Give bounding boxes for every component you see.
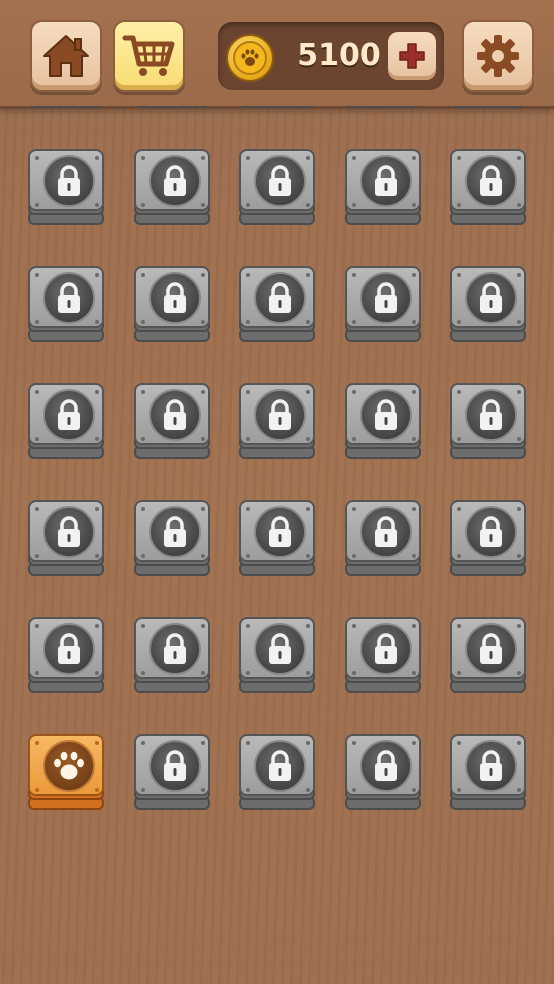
add-coins-button[interactable] (388, 32, 436, 80)
level-tile-locked[interactable] (134, 149, 210, 227)
level-tile-locked[interactable] (345, 617, 421, 695)
level-tile-locked[interactable] (239, 266, 315, 344)
gear-icon (477, 35, 519, 77)
level-tile-locked[interactable] (345, 500, 421, 578)
level-tile-locked[interactable] (134, 266, 210, 344)
padlock-icon (254, 155, 306, 207)
padlock-icon (254, 623, 306, 675)
level-tile-locked[interactable] (28, 500, 104, 578)
padlock-icon (465, 272, 517, 324)
padlock-icon (43, 272, 95, 324)
level-tile-locked[interactable] (345, 734, 421, 812)
level-tile-locked[interactable] (134, 617, 210, 695)
level-tile-locked[interactable] (450, 500, 526, 578)
paw-coin-icon (226, 34, 274, 82)
top-bar: 5100 (0, 0, 554, 109)
level-tile-locked[interactable] (345, 149, 421, 227)
level-tile-locked[interactable] (345, 266, 421, 344)
padlock-icon (43, 623, 95, 675)
level-tile-locked[interactable] (134, 383, 210, 461)
padlock-icon (254, 506, 306, 558)
home-button[interactable] (30, 20, 102, 92)
level-tile-locked[interactable] (28, 149, 104, 227)
level-tile-locked[interactable] (28, 266, 104, 344)
padlock-icon (43, 506, 95, 558)
padlock-icon (149, 155, 201, 207)
padlock-icon (360, 506, 412, 558)
level-tile-locked[interactable] (239, 106, 315, 110)
level-tile-locked[interactable] (28, 617, 104, 695)
padlock-icon (149, 272, 201, 324)
level-tile-locked[interactable] (450, 149, 526, 227)
padlock-icon (465, 155, 517, 207)
level-tile-locked[interactable] (134, 500, 210, 578)
padlock-icon (43, 389, 95, 441)
level-tile-locked[interactable] (450, 266, 526, 344)
padlock-icon (254, 272, 306, 324)
home-icon (43, 35, 89, 77)
padlock-icon (465, 389, 517, 441)
level-tile-locked[interactable] (450, 106, 526, 110)
padlock-icon (149, 506, 201, 558)
plus-icon (399, 43, 425, 69)
level-tile-locked[interactable] (239, 734, 315, 812)
padlock-icon (465, 623, 517, 675)
padlock-icon (254, 740, 306, 792)
paw-icon (43, 740, 95, 792)
level-tile-locked[interactable] (239, 617, 315, 695)
padlock-icon (360, 740, 412, 792)
padlock-icon (149, 623, 201, 675)
padlock-icon (465, 740, 517, 792)
padlock-icon (149, 389, 201, 441)
shopping-cart-icon (122, 35, 175, 76)
padlock-icon (360, 389, 412, 441)
level-tile-locked[interactable] (28, 106, 104, 110)
shop-button[interactable] (113, 20, 185, 92)
settings-button[interactable] (462, 20, 534, 92)
level-tile-locked[interactable] (450, 383, 526, 461)
level-grid (0, 106, 554, 984)
level-tile-locked[interactable] (134, 734, 210, 812)
padlock-icon (149, 740, 201, 792)
padlock-icon (43, 155, 95, 207)
level-tile-locked[interactable] (345, 106, 421, 110)
level-tile-locked[interactable] (134, 106, 210, 110)
padlock-icon (254, 389, 306, 441)
level-tile-locked[interactable] (28, 383, 104, 461)
padlock-icon (465, 506, 517, 558)
coin-balance: 5100 (218, 22, 444, 90)
level-tile-locked[interactable] (239, 500, 315, 578)
coin-count: 5100 (297, 38, 381, 73)
padlock-icon (360, 272, 412, 324)
level-tile-locked[interactable] (345, 383, 421, 461)
level-tile-unlocked[interactable] (28, 734, 104, 812)
level-tile-locked[interactable] (450, 617, 526, 695)
level-tile-locked[interactable] (239, 383, 315, 461)
padlock-icon (360, 155, 412, 207)
level-tile-locked[interactable] (239, 149, 315, 227)
padlock-icon (360, 623, 412, 675)
level-tile-locked[interactable] (450, 734, 526, 812)
